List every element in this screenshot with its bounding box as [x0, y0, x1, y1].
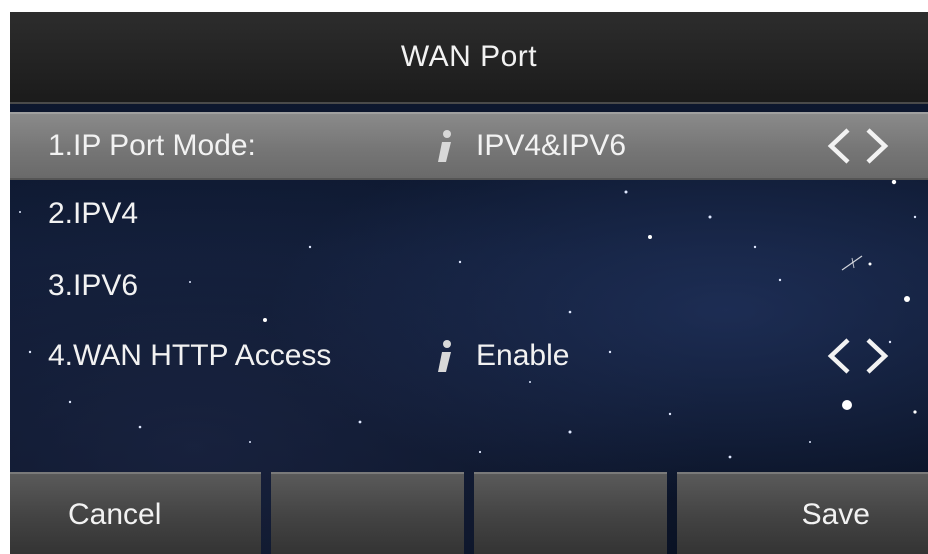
menu-item-label: 2.IPV4 — [48, 197, 139, 230]
save-softkey[interactable]: Save — [677, 472, 928, 554]
info-icon[interactable] — [430, 126, 458, 166]
menu-item-ipv4[interactable]: 2.IPV4 — [10, 182, 928, 246]
menu-item-label: 3.IPV6 — [48, 269, 139, 302]
menu-item-value: Enable — [476, 339, 570, 372]
value-switcher — [826, 336, 890, 376]
menu-item-ipv6[interactable]: 3.IPV6 — [10, 254, 928, 318]
cancel-softkey[interactable]: Cancel — [10, 472, 261, 554]
chevron-left-icon[interactable] — [826, 126, 852, 166]
chevron-right-icon[interactable] — [864, 126, 890, 166]
chevron-right-icon[interactable] — [864, 336, 890, 376]
softkey-2[interactable] — [271, 472, 464, 554]
chevron-left-icon[interactable] — [826, 336, 852, 376]
value-switcher — [826, 126, 890, 166]
title-bar: WAN Port — [10, 12, 928, 104]
softkey-bar: Cancel Save — [10, 472, 928, 554]
info-icon[interactable] — [430, 336, 458, 376]
menu-item-value: IPV4&IPV6 — [476, 129, 627, 162]
softkey-3[interactable] — [474, 472, 667, 554]
menu-item-label: 4.WAN HTTP Access — [48, 339, 332, 372]
page-title: WAN Port — [400, 40, 538, 73]
menu-item-ip-port-mode[interactable]: 1.IP Port Mode: IPV4&IPV6 — [10, 112, 928, 180]
menu-item-label: 1.IP Port Mode: — [48, 129, 256, 162]
menu-item-wan-http-access[interactable]: 4.WAN HTTP Access Enable — [10, 324, 928, 388]
phone-screen: WAN Port 1.IP Port Mode: IPV4&IPV6 2.IPV… — [10, 12, 928, 554]
